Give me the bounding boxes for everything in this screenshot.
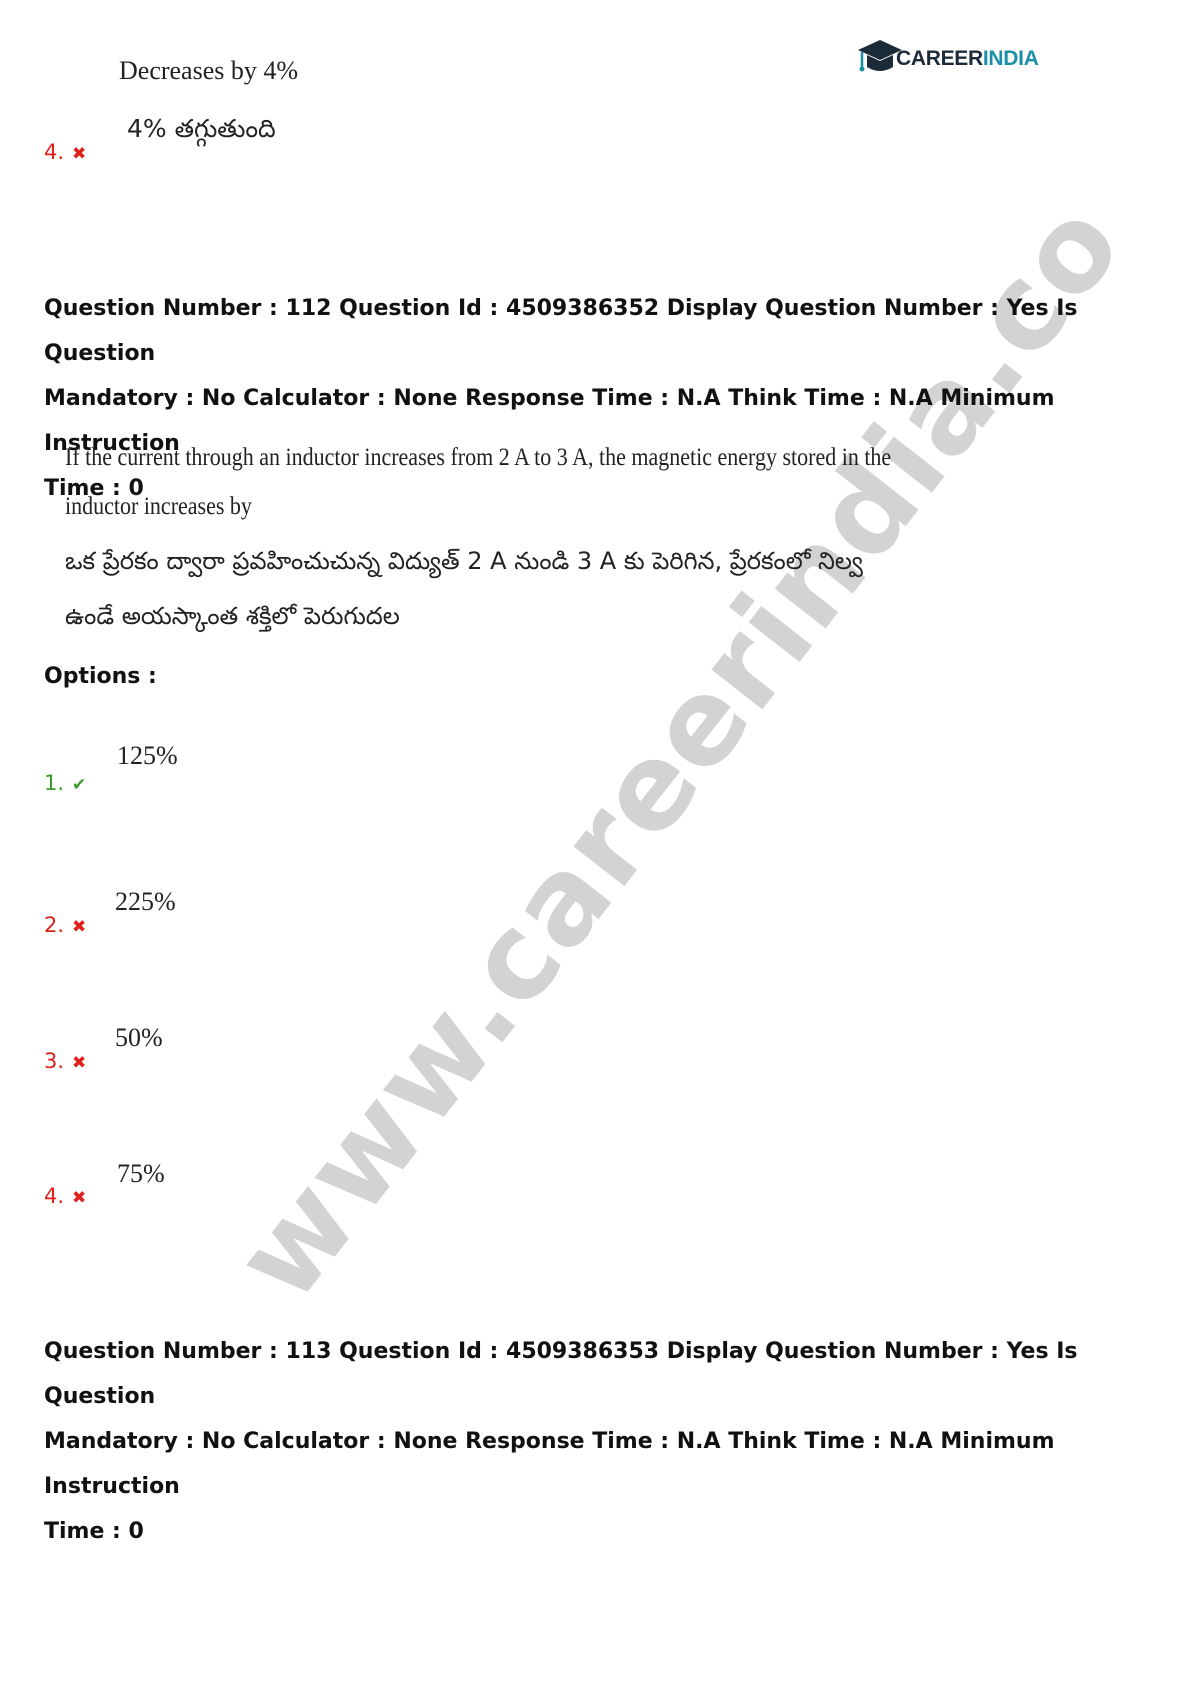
question-112-text-en-line1: If the current through an inductor incre… bbox=[65, 444, 892, 471]
option-number: 4. bbox=[44, 140, 65, 164]
cross-icon: ✖ bbox=[72, 144, 87, 164]
prev-option-4: 4. ✖ bbox=[44, 140, 86, 164]
option-number: 2. bbox=[44, 913, 65, 937]
option-3-text: 50% bbox=[115, 1023, 163, 1052]
question-meta-line: Mandatory : No Calculator : None Respons… bbox=[44, 1429, 1055, 1499]
logo-text-india: INDIA bbox=[982, 47, 1039, 70]
option-1-text: 125% bbox=[117, 741, 178, 770]
prev-option-4-text-te: 4% తగ్గుతుంది bbox=[127, 114, 276, 143]
question-112-text-te-line1: ఒక ప్రేరకం ద్వారా ప్రవహించుచున్న విద్యుత… bbox=[65, 547, 863, 575]
cross-icon: ✖ bbox=[72, 917, 87, 937]
option-2-text: 225% bbox=[115, 887, 176, 916]
question-112-text-en-line2: inductor increases by bbox=[65, 493, 252, 520]
option-3: 3. ✖ bbox=[44, 1049, 86, 1073]
cross-icon: ✖ bbox=[72, 1188, 87, 1208]
question-113-meta: Question Number : 113 Question Id : 4509… bbox=[44, 1329, 1154, 1554]
option-2: 2. ✖ bbox=[44, 913, 86, 937]
question-meta-line: Question Number : 113 Question Id : 4509… bbox=[44, 1339, 1078, 1409]
question-meta-line: Question Number : 112 Question Id : 4509… bbox=[44, 296, 1078, 366]
option-number: 3. bbox=[44, 1049, 65, 1073]
logo-text-career: CAREER bbox=[896, 47, 983, 70]
cross-icon: ✖ bbox=[72, 1053, 87, 1073]
option-number: 4. bbox=[44, 1184, 65, 1208]
option-4: 4. ✖ bbox=[44, 1184, 86, 1208]
option-4-text: 75% bbox=[117, 1159, 165, 1188]
question-meta-line: Time : 0 bbox=[44, 1519, 144, 1544]
careerindia-logo: CAREERINDIA bbox=[856, 34, 1039, 80]
question-112-meta: Question Number : 112 Question Id : 4509… bbox=[44, 286, 1154, 511]
logo-text: CAREERINDIA bbox=[896, 47, 1039, 71]
option-number: 1. bbox=[44, 771, 65, 795]
check-icon: ✔ bbox=[72, 775, 87, 795]
options-label: Options : bbox=[44, 664, 157, 689]
watermark: www.careerindia.co bbox=[207, 175, 1149, 1326]
option-1: 1. ✔ bbox=[44, 771, 86, 795]
question-112-text-te-line2: ఉండే అయస్కాంత శక్తిలో పెరుగుదల bbox=[65, 602, 400, 630]
prev-option-4-text-en: Decreases by 4% bbox=[119, 56, 299, 85]
